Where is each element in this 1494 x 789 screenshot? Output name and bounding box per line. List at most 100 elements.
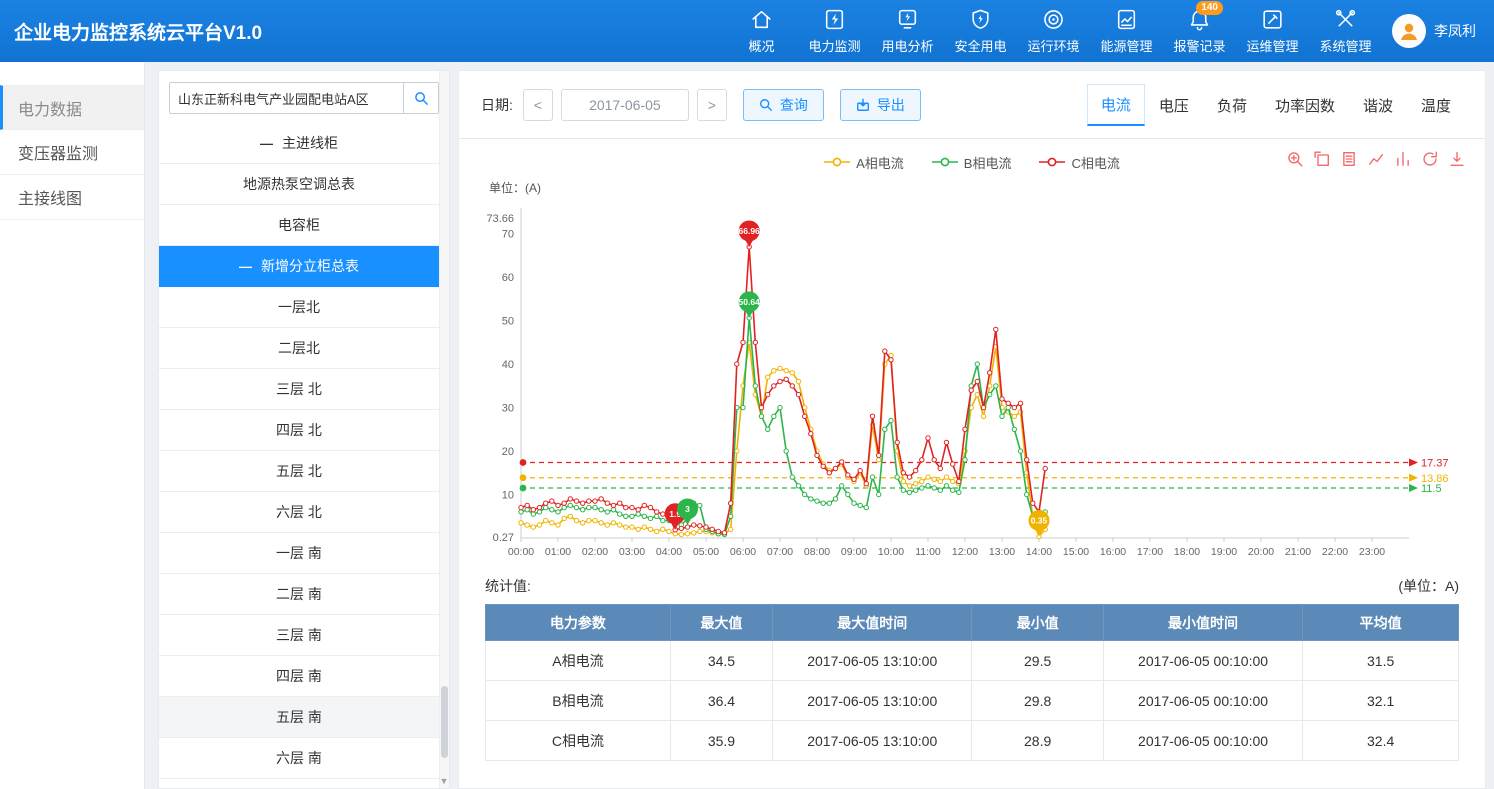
legend-item[interactable]: B相电流 [932, 153, 1012, 172]
svg-text:19:00: 19:00 [1211, 546, 1237, 558]
zoom-reset-button[interactable] [1314, 151, 1330, 172]
data-view-button[interactable] [1341, 151, 1357, 172]
svg-text:13:00: 13:00 [989, 546, 1015, 558]
user-name: 李凤利 [1434, 21, 1476, 41]
scrollbar-thumb[interactable] [441, 686, 448, 758]
svg-text:07:00: 07:00 [767, 546, 793, 558]
table-header-cell: 最小值时间 [1103, 605, 1302, 641]
nav-item-environment[interactable]: 运行环境 [1017, 0, 1090, 62]
date-prev-button[interactable]: < [523, 89, 553, 121]
collapse-icon[interactable]: — [239, 259, 252, 274]
svg-text:66.96: 66.96 [739, 226, 761, 236]
nav-item-power-analysis[interactable]: 用电分析 [871, 0, 944, 62]
power-monitor-icon [822, 7, 847, 32]
tree-item[interactable]: 五层 北 [159, 451, 439, 492]
tree-item[interactable]: 三层 南 [159, 615, 439, 656]
data-zoom-button[interactable] [1287, 151, 1303, 172]
nav-item-safe-power[interactable]: 安全用电 [944, 0, 1017, 62]
tree-item-label: 二层北 [278, 338, 320, 358]
date-input[interactable]: 2017-06-05 [561, 89, 689, 121]
svg-text:04:00: 04:00 [656, 546, 682, 558]
query-button[interactable]: 查询 [743, 89, 824, 121]
tree-item-label: 四层 北 [276, 420, 322, 440]
nav-item-energy[interactable]: 能源管理 [1090, 0, 1163, 62]
tree-item[interactable]: 一层北 [159, 287, 439, 328]
tab-item[interactable]: 电流 [1087, 84, 1145, 126]
date-next-button[interactable]: > [697, 89, 727, 121]
bar-chart-icon [1395, 151, 1411, 167]
tree-item[interactable]: 四层 南 [159, 656, 439, 697]
svg-text:05:00: 05:00 [693, 546, 719, 558]
tree-item[interactable]: —主进线柜 [159, 123, 439, 164]
table-cell: B相电流 [486, 681, 671, 721]
tree-item[interactable]: 二层北 [159, 328, 439, 369]
legend-item[interactable]: A相电流 [824, 153, 904, 172]
tree-item-label: 三层 北 [276, 379, 322, 399]
tree-item[interactable]: 六层 南 [159, 738, 439, 779]
refresh-button[interactable] [1422, 151, 1438, 172]
tree-item[interactable]: 五层 南 [159, 697, 439, 738]
data-zoom-icon [1287, 151, 1303, 167]
collapse-icon[interactable]: — [260, 136, 273, 151]
nav-item-power-monitor[interactable]: 电力监测 [798, 0, 871, 62]
table-header-cell: 最大值 [670, 605, 772, 641]
tree-item[interactable]: 地源热泵空调总表 [159, 164, 439, 205]
tree-item[interactable]: —新增分立柜总表 [159, 246, 439, 287]
table-cell: 35.9 [670, 721, 772, 761]
main-panel: 日期: < 2017-06-05 > 查询 导出 电流电压负荷功率因数谐波温度 [458, 70, 1486, 789]
data-view-icon [1341, 151, 1357, 167]
legend-label: B相电流 [964, 153, 1012, 172]
svg-text:10:00: 10:00 [878, 546, 904, 558]
tree-item[interactable]: 六层 北 [159, 492, 439, 533]
line-chart-button[interactable] [1368, 151, 1384, 172]
zoom-reset-icon [1314, 151, 1330, 167]
safe-power-icon [968, 7, 993, 32]
tab-item[interactable]: 电压 [1145, 85, 1203, 126]
nav-item-ops[interactable]: 运维管理 [1236, 0, 1309, 62]
device-tree: —主进线柜地源热泵空调总表电容柜—新增分立柜总表一层北二层北三层 北四层 北五层… [159, 123, 449, 788]
user-menu[interactable]: 李凤利 [1382, 0, 1494, 62]
scrollbar-down-arrow[interactable]: ▼ [439, 776, 449, 786]
tab-item[interactable]: 功率因数 [1261, 85, 1349, 126]
nav-item-label: 能源管理 [1100, 36, 1152, 55]
svg-text:50: 50 [502, 316, 514, 328]
table-cell: A相电流 [486, 641, 671, 681]
tab-item[interactable]: 负荷 [1203, 85, 1261, 126]
tab-item[interactable]: 谐波 [1349, 85, 1407, 126]
tree-item[interactable]: 三层 北 [159, 369, 439, 410]
sidebar-item[interactable]: 电力数据 [0, 85, 144, 130]
tab-item[interactable]: 温度 [1407, 85, 1465, 126]
tree-item[interactable]: 一层 南 [159, 533, 439, 574]
sidebar-item[interactable]: 主接线图 [0, 175, 144, 220]
chart-header: A相电流 B相电流 C相电流 [475, 147, 1469, 177]
y-axis-unit-label: 单位：(A) [489, 179, 1469, 196]
export-button[interactable]: 导出 [840, 89, 921, 121]
nav-item-overview[interactable]: 概况 [725, 0, 798, 62]
svg-text:09:00: 09:00 [841, 546, 867, 558]
search-input[interactable] [169, 82, 403, 114]
tree-item-label: 三层 南 [276, 625, 322, 645]
svg-text:60: 60 [502, 272, 514, 284]
tree-scrollbar[interactable]: ▼ [439, 71, 449, 788]
table-cell: 28.9 [972, 721, 1103, 761]
table-row: C相电流35.92017-06-05 13:10:0028.92017-06-0… [486, 721, 1459, 761]
search-button[interactable] [403, 82, 439, 114]
nav-item-system[interactable]: 系统管理 [1309, 0, 1382, 62]
tree-item[interactable]: 四层 北 [159, 410, 439, 451]
tree-item[interactable]: 二层 南 [159, 574, 439, 615]
nav-item-label: 报警记录 [1173, 36, 1225, 55]
download-button[interactable] [1449, 151, 1465, 172]
toolbar: 日期: < 2017-06-05 > 查询 导出 电流电压负荷功率因数谐波温度 [459, 71, 1485, 139]
table-cell: 36.4 [670, 681, 772, 721]
tree-item[interactable]: 电容柜 [159, 205, 439, 246]
bar-chart-button[interactable] [1395, 151, 1411, 172]
sidebar-item[interactable]: 变压器监测 [0, 130, 144, 175]
table-cell: 2017-06-05 00:10:00 [1103, 681, 1302, 721]
tree-item-label: 二层 南 [276, 584, 322, 604]
nav-item-label: 运维管理 [1246, 36, 1298, 55]
tree-item-label: 一层北 [278, 297, 320, 317]
svg-text:17.37: 17.37 [1421, 457, 1449, 469]
nav-item-alarm[interactable]: 140报警记录 [1163, 0, 1236, 62]
legend-item[interactable]: C相电流 [1039, 153, 1119, 172]
chart-toolbox [1287, 151, 1465, 172]
